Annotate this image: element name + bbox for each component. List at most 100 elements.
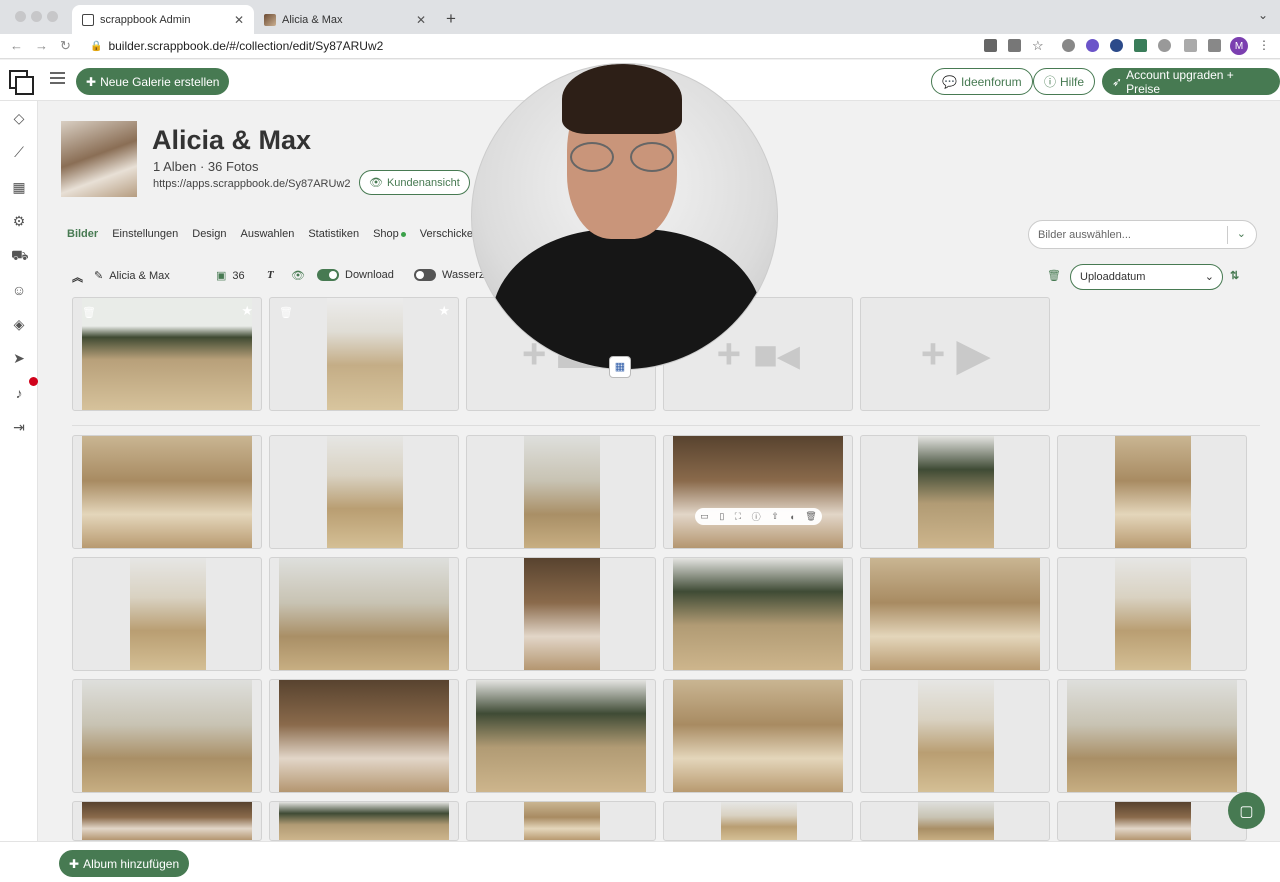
photo-tile[interactable] <box>269 557 459 671</box>
cast-icon[interactable] <box>1184 39 1197 52</box>
window-close-dot[interactable] <box>15 11 26 22</box>
new-tab-icon[interactable]: + <box>446 9 456 29</box>
trash-icon[interactable]: 🗑 <box>279 306 293 319</box>
tab-list-chevron-icon[interactable]: ⌄ <box>1258 8 1268 22</box>
upgrade-account-button[interactable]: ➶ Account upgraden + Preise <box>1102 68 1280 96</box>
window-zoom-dot[interactable] <box>47 11 58 22</box>
photo-tile[interactable] <box>1057 435 1247 549</box>
photo-tile[interactable] <box>663 801 853 841</box>
tab-design[interactable]: Design <box>192 228 226 240</box>
photo-tile[interactable] <box>466 679 656 793</box>
photo-tile[interactable] <box>466 801 656 841</box>
download-switch[interactable] <box>317 269 339 281</box>
window-minimize-dot[interactable] <box>31 11 42 22</box>
chat-support-icon[interactable]: ▢ <box>1228 792 1265 829</box>
photo-tile[interactable] <box>1057 801 1247 841</box>
tab-shop-wrapper[interactable]: Shop <box>373 228 406 240</box>
photo-tile[interactable] <box>269 679 459 793</box>
tab-einstellungen[interactable]: Einstellungen <box>112 228 178 240</box>
photo-tile[interactable] <box>72 435 262 549</box>
chevron-down-icon[interactable]: ⌄ <box>1237 227 1246 240</box>
drop-icon[interactable]: ◖ <box>789 512 794 522</box>
crop-icon[interactable]: ⛶ <box>735 511 741 522</box>
visibility-toggle[interactable]: 👁 <box>291 269 305 282</box>
profile-avatar[interactable]: M <box>1230 37 1248 55</box>
forward-icon[interactable]: → <box>35 38 48 53</box>
url-field[interactable]: 🔒 builder.scrappbook.de/#/collection/edi… <box>90 39 383 53</box>
puzzle-icon[interactable] <box>1158 39 1171 52</box>
photo-tile[interactable] <box>466 557 656 671</box>
tab-auswahlen[interactable]: Auswahlen <box>241 228 295 240</box>
customer-view-button[interactable]: 👁 Kundenansicht <box>359 170 470 195</box>
star-icon[interactable]: ★ <box>241 303 253 319</box>
tab-statistiken[interactable]: Statistiken <box>308 228 359 240</box>
menu-dots-icon[interactable]: ⋮ <box>1258 39 1271 52</box>
watermark-switch[interactable] <box>414 269 436 281</box>
cart-icon[interactable]: ⛟ <box>11 247 29 263</box>
sidepanel-icon[interactable] <box>1208 39 1221 52</box>
help-button[interactable]: ⓘ Hilfe <box>1033 68 1096 95</box>
star-icon[interactable]: ★ <box>438 303 450 319</box>
featured-photo-tile[interactable]: 🗑 ★ <box>72 297 262 411</box>
extension-icon[interactable] <box>1062 39 1075 52</box>
share-icon[interactable] <box>1008 39 1021 52</box>
collapse-album-button[interactable]: ︽ <box>72 269 83 285</box>
tab-verschicken[interactable]: Verschicken <box>420 228 479 240</box>
photo-tile[interactable] <box>663 557 853 671</box>
sort-direction-button[interactable]: ⇅ <box>1230 269 1239 282</box>
delete-album-button[interactable]: 🗑 <box>1047 269 1061 282</box>
photo-tile[interactable] <box>860 557 1050 671</box>
photo-tile[interactable] <box>663 679 853 793</box>
key-icon[interactable] <box>984 39 997 52</box>
send-icon[interactable]: ➤ <box>11 350 27 366</box>
photo-tile[interactable] <box>72 557 262 671</box>
browser-tab-admin[interactable]: scrappbook Admin ✕ <box>72 5 254 34</box>
new-gallery-button[interactable]: ✚ Neue Galerie erstellen <box>76 68 230 95</box>
photo-tile[interactable] <box>663 435 853 549</box>
sort-select[interactable]: Uploaddatum ⌄ <box>1070 264 1223 290</box>
photo-tile[interactable] <box>269 801 459 841</box>
bell-icon[interactable]: ♪ <box>11 385 27 401</box>
trash-icon[interactable]: 🗑 <box>82 306 96 319</box>
ideas-forum-button[interactable]: 💬 Ideenforum <box>931 68 1033 95</box>
extension-icon[interactable] <box>1110 39 1123 52</box>
gallery-url[interactable]: https://apps.scrappbook.de/Sy87ARUw2 <box>153 178 351 190</box>
text-format-button[interactable]: T <box>267 269 274 281</box>
gem-icon[interactable]: ◈ <box>11 316 27 332</box>
close-tab-icon[interactable]: ✕ <box>416 13 426 27</box>
hamburger-menu-icon[interactable] <box>50 72 65 84</box>
download-toggle[interactable]: Download <box>317 269 394 281</box>
photo-tile[interactable] <box>72 679 262 793</box>
info-icon[interactable]: ⓘ <box>752 510 761 523</box>
extension-icon[interactable] <box>1086 39 1099 52</box>
logout-icon[interactable]: ⇥ <box>11 419 27 435</box>
photo-tile[interactable] <box>1057 679 1247 793</box>
tab-bilder[interactable]: Bilder <box>67 228 98 240</box>
reload-icon[interactable]: ↻ <box>60 38 71 54</box>
photo-tile[interactable] <box>466 435 656 549</box>
calendar-icon[interactable]: ▦ <box>609 356 631 378</box>
photo-tile[interactable] <box>860 435 1050 549</box>
mobile-icon[interactable]: ▯ <box>719 511 724 522</box>
upload-icon[interactable]: ⇧ <box>771 511 779 522</box>
photo-tile[interactable] <box>860 801 1050 841</box>
trash-icon[interactable]: 🗑 <box>805 511 816 522</box>
chart-icon[interactable]: ⟋ <box>11 144 27 160</box>
select-images-dropdown[interactable]: Bilder auswählen... ⌄ <box>1028 220 1257 249</box>
add-video-link-tile[interactable]: + ▶ <box>860 297 1050 411</box>
close-tab-icon[interactable]: ✕ <box>234 13 244 27</box>
scrappbook-logo-icon[interactable] <box>9 70 34 95</box>
photo-tile[interactable] <box>269 435 459 549</box>
photo-tile[interactable] <box>860 679 1050 793</box>
photo-tile[interactable] <box>1057 557 1247 671</box>
browser-tab-gallery[interactable]: Alicia & Max ✕ <box>254 5 436 34</box>
settings-icon[interactable]: ⚙ <box>11 213 27 229</box>
extension-icon[interactable] <box>1134 39 1147 52</box>
photo-tile[interactable] <box>72 801 262 841</box>
diamond-icon[interactable]: ◇ <box>11 110 27 126</box>
featured-photo-tile[interactable]: 🗑 ★ <box>269 297 459 411</box>
image-icon[interactable]: ▭ <box>700 511 709 522</box>
grid-icon[interactable]: ▦ <box>11 179 27 195</box>
bookmark-star-icon[interactable]: ☆ <box>1032 39 1045 52</box>
back-icon[interactable]: ← <box>10 38 23 53</box>
